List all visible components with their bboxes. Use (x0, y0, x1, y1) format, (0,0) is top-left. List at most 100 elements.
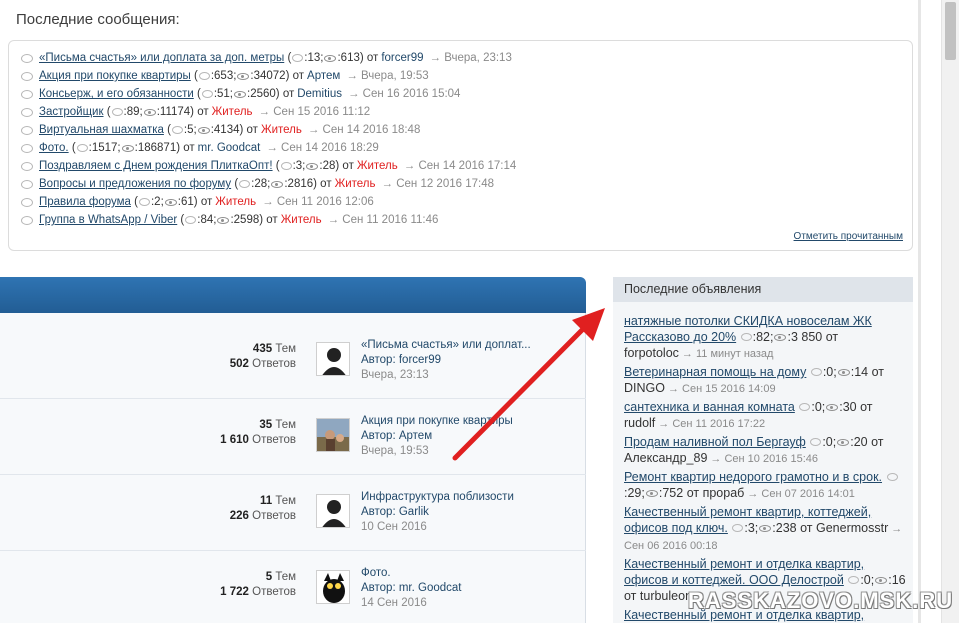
by-label: от (871, 365, 885, 379)
post-author[interactable]: Житель (215, 196, 256, 208)
recent-post-link[interactable]: «Письма счастья» или доплата за доп. мет… (39, 52, 284, 64)
replies-count: 226 (229, 510, 249, 522)
replies-count: :89; (123, 106, 143, 118)
last-post-title[interactable]: Фото. (361, 566, 462, 581)
scrollbar-thumb[interactable] (945, 2, 956, 60)
ad-views: :238 (772, 521, 797, 535)
topic-bubble-icon (21, 215, 33, 225)
ad-time: → Сен 15 2016 14:09 (667, 383, 776, 395)
post-time: → Сен 12 2016 17:48 (381, 178, 494, 190)
default-avatar-icon[interactable] (316, 494, 350, 528)
last-post-author[interactable]: Автор: Garlik (361, 505, 514, 520)
post-author[interactable]: Житель (212, 106, 253, 118)
ad-link[interactable]: Продам наливной пол Бергауф (624, 435, 806, 449)
topics-count: 435 (252, 343, 273, 355)
post-author[interactable]: Житель (261, 124, 302, 136)
replies-count: :3; (292, 160, 306, 172)
post-author[interactable]: Артем (307, 70, 340, 82)
recent-post-link[interactable]: Группа в WhatsApp / Viber (39, 214, 177, 226)
replies-icon (810, 438, 822, 446)
ad-author[interactable]: прораб (703, 486, 745, 500)
post-author[interactable]: Житель (281, 214, 322, 226)
last-post-author[interactable]: Автор: mr. Goodcat (361, 581, 462, 596)
post-author[interactable]: Житель (357, 160, 398, 172)
ad-author[interactable]: Genermosstr (816, 521, 888, 535)
views-count: :61) (177, 196, 198, 208)
recent-posts-box: «Письма счастья» или доплата за доп. мет… (8, 40, 913, 251)
topics-label: Тем (275, 343, 296, 355)
replies-icon (292, 54, 304, 62)
by-label: от (320, 178, 332, 190)
ad-author[interactable]: DINGO (624, 381, 665, 395)
ad-replies: :0; (811, 400, 826, 414)
recent-post-link[interactable]: Поздравляем с Днем рождения ПлиткаОпт! (39, 160, 273, 172)
replies-count: :51; (213, 88, 233, 100)
scrollbar[interactable] (941, 0, 959, 623)
ad-views: :20 (850, 435, 868, 449)
ad-item: Ветеринарная помощь на дому :0;:14 от DI… (624, 364, 909, 397)
recent-post-link[interactable]: Правила форума (39, 196, 131, 208)
cat-avatar[interactable] (316, 570, 350, 604)
default-avatar-icon[interactable] (316, 342, 350, 376)
topic-bubble-icon (21, 143, 33, 153)
recent-post-link[interactable]: Консьерж, и его обязанности (39, 88, 194, 100)
recent-post-item: Правила форума (:2;:61) от Житель → Сен 11… (21, 193, 516, 211)
views-icon (826, 404, 839, 411)
recent-post-link[interactable]: Застройщик (39, 106, 104, 118)
post-author[interactable]: mr. Goodcat (198, 142, 261, 154)
views-count: :11174) (156, 106, 195, 118)
ad-time: → Сен 10 2016 15:46 (710, 453, 818, 465)
ad-link[interactable]: сантехника и ванная комната (624, 400, 795, 414)
recent-post-link[interactable]: Виртуальная шахматка (39, 124, 164, 136)
recent-posts-list: «Письма счастья» или доплата за доп. мет… (21, 49, 516, 229)
ad-replies: :0; (860, 573, 875, 587)
topic-bubble-icon (21, 197, 33, 207)
post-author[interactable]: Житель (335, 178, 376, 190)
forum-stats: 5 Тем 1 722 Ответов (220, 570, 296, 600)
views-icon (164, 198, 177, 206)
mark-read-link[interactable]: Отметить прочитанным (794, 231, 903, 242)
replies-count: :2; (150, 196, 164, 208)
ad-link[interactable]: Качественный ремонт и отделка квартир, о… (624, 557, 864, 587)
views-icon (197, 126, 210, 134)
ad-item: Продам наливной пол Бергауф :0;:20 от Ал… (624, 434, 909, 467)
replies-icon (810, 368, 822, 376)
post-time: → Сен 16 2016 15:04 (347, 88, 461, 100)
recent-post-item: «Письма счастья» или доплата за доп. мет… (21, 49, 516, 67)
ad-replies: :82; (752, 330, 774, 344)
post-time: → Сен 14 2016 18:48 (307, 124, 421, 136)
recent-post-link[interactable]: Фото. (39, 142, 69, 154)
forum-row[interactable]: 5 Тем 1 722 Ответов Фото. Автор: mr. Goodca… (0, 551, 586, 623)
replies-count: :1517; (88, 142, 121, 154)
photo-avatar[interactable] (316, 418, 350, 452)
forum-row[interactable]: 11 Тем 226 Ответов Инфраструктура поблизос… (0, 475, 586, 551)
ad-author[interactable]: Александр_89 (624, 451, 707, 465)
ad-link[interactable]: Ветеринарная помощь на дому (624, 365, 806, 379)
recent-post-item: Акция при покупке квартиры (:653;:34072)… (21, 67, 516, 85)
recent-post-item: Консьерж, и его обязанности (:51;:2560) … (21, 85, 516, 103)
replies-icon (280, 162, 292, 170)
topic-bubble-icon (21, 179, 33, 189)
recent-post-item: Вопросы и предложения по форуму (:28;:28… (21, 175, 516, 193)
ad-author[interactable]: forpotoloc (624, 346, 679, 360)
recent-post-link[interactable]: Вопросы и предложения по форуму (39, 178, 231, 190)
ads-title: Последние объявления (613, 277, 913, 302)
ad-author[interactable]: turbuleon (640, 589, 692, 603)
views-icon (271, 180, 284, 188)
forum-stats: 435 Тем 502 Ответов (230, 342, 296, 372)
views-count: :34072) (250, 70, 290, 82)
ad-item: натяжные потолки СКИДКА новоселам ЖК Рас… (624, 313, 909, 362)
replies-label: Ответов (252, 434, 296, 446)
topic-bubble-icon (21, 89, 33, 99)
by-label: от (342, 160, 354, 172)
last-post-title[interactable]: Инфраструктура поблизости (361, 490, 514, 505)
replies-icon (732, 524, 744, 532)
post-author[interactable]: forcer99 (381, 52, 423, 64)
post-author[interactable]: Demitius (297, 88, 342, 100)
site-watermark: RASSKAZOVO.MSK.RU (688, 588, 954, 613)
ad-author[interactable]: rudolf (624, 416, 655, 430)
ad-link[interactable]: Ремонт квартир недорого грамотно и в сро… (624, 470, 882, 484)
recent-post-link[interactable]: Акция при покупке квартиры (39, 70, 191, 82)
recent-post-item: Застройщик (:89;:11174) от Житель → Сен 15… (21, 103, 516, 121)
post-time: → Сен 15 2016 11:12 (258, 106, 371, 118)
